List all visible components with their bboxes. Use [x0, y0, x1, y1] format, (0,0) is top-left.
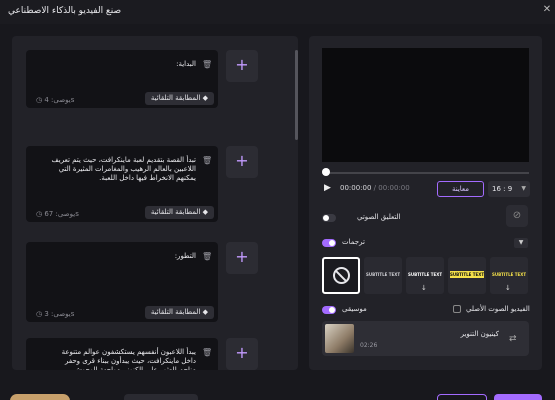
subtitle-sample: SUBTITLE TEXT — [408, 272, 442, 277]
original-audio-checkbox[interactable] — [453, 305, 461, 313]
subtitles-label: ترجمات — [342, 238, 365, 246]
subtitle-sample: SUBTITLE TEXT — [450, 271, 484, 278]
chevron-down-icon[interactable]: ▼ — [514, 238, 528, 248]
subtitle-style-option[interactable]: SUBTITLE TEXT — [448, 257, 486, 294]
trash-icon[interactable]: 🗑 — [202, 60, 212, 70]
subtitles-toggle[interactable] — [322, 239, 336, 247]
scene-card[interactable]: 🗑 البداية: المطابقة التلقائية ◆ ◷ يوصى: … — [26, 50, 218, 108]
bottom-button[interactable] — [124, 394, 198, 400]
add-scene-button[interactable]: + — [226, 50, 258, 82]
scene-text[interactable]: التطور: — [46, 252, 196, 261]
video-preview — [322, 48, 529, 162]
no-voice-icon[interactable]: ⊘ — [506, 205, 528, 227]
bottom-secondary-button[interactable] — [437, 394, 487, 400]
subtitle-style-none[interactable] — [322, 257, 360, 294]
scene-footer: المطابقة التلقائية ◆ ◷ يوصى: 3s — [26, 304, 218, 322]
scene-card[interactable]: 🗑 يبدأ اللاعبون أنفسهم يستكشفون عوالم مت… — [26, 338, 218, 370]
duration-label: ◷ يوصى: 3s — [36, 310, 75, 318]
play-icon[interactable]: ▶ — [324, 183, 331, 193]
no-subtitle-icon — [333, 267, 350, 284]
current-time: 00:00:00 — [340, 184, 372, 192]
trash-icon[interactable]: 🗑 — [202, 156, 212, 166]
auto-match-button[interactable]: المطابقة التلقائية ◆ — [144, 92, 214, 105]
chevron-down-icon: ▼ — [521, 185, 526, 192]
subtitle-style-option[interactable]: SUBTITLE TEXT ↓ — [490, 257, 528, 294]
music-track-time: 02:26 — [360, 342, 378, 349]
music-thumbnail — [325, 324, 354, 353]
music-label: موسيقى — [342, 305, 367, 313]
music-track-title: كينيون التنوير — [460, 330, 499, 338]
scene-card[interactable]: 🗑 تبدأ القصة بتقديم لعبة ماينكرافت، حيث … — [26, 146, 218, 222]
swap-icon[interactable]: ⇄ — [509, 334, 517, 344]
voice-label: التعليق الصوتي — [357, 213, 401, 221]
add-scene-button[interactable]: + — [226, 338, 258, 370]
auto-match-button[interactable]: المطابقة التلقائية ◆ — [144, 206, 214, 219]
progress-knob[interactable] — [322, 168, 330, 176]
progress-track[interactable] — [322, 172, 529, 174]
voice-toggle[interactable] — [322, 214, 336, 222]
credits-badge[interactable] — [10, 394, 70, 400]
duration-value: يوصى: 4s — [44, 96, 75, 104]
add-scene-button[interactable]: + — [226, 146, 258, 178]
scene-footer: المطابقة التلقائية ◆ ◷ يوصى: 67s — [26, 204, 218, 222]
scene-text[interactable]: البداية: — [46, 60, 196, 69]
auto-match-label: المطابقة التلقائية — [150, 308, 201, 316]
scene-text[interactable]: يبدأ اللاعبون أنفسهم يستكشفون عوالم متنو… — [46, 348, 196, 370]
download-icon: ↓ — [505, 284, 511, 292]
music-toggle[interactable] — [322, 306, 336, 314]
subtitle-style-option[interactable]: SUBTITLE TEXT — [364, 257, 402, 294]
subtitle-sample: SUBTITLE TEXT — [492, 272, 526, 277]
scene-text[interactable]: تبدأ القصة بتقديم لعبة ماينكرافت، حيث يت… — [46, 156, 196, 183]
original-audio-label: الفيديو الصوت الأصلي — [466, 305, 530, 313]
scene-card[interactable]: 🗑 التطور: المطابقة التلقائية ◆ ◷ يوصى: 3… — [26, 242, 218, 322]
duration-value: يوصى: 3s — [44, 310, 75, 318]
auto-match-label: المطابقة التلقائية — [150, 94, 201, 102]
ratio-value: 16 : 9 — [492, 185, 513, 193]
auto-match-button[interactable]: المطابقة التلقائية ◆ — [144, 306, 214, 319]
trash-icon[interactable]: 🗑 — [202, 252, 212, 262]
auto-match-label: المطابقة التلقائية — [150, 208, 201, 216]
duration-value: يوصى: 67s — [44, 210, 79, 218]
subtitle-sample: SUBTITLE TEXT — [366, 272, 400, 277]
generate-button[interactable] — [494, 394, 542, 400]
duration-label: ◷ يوصى: 67s — [36, 210, 79, 218]
scrollbar[interactable] — [295, 50, 298, 140]
total-time: 00:00:00 — [378, 184, 410, 192]
preview-button[interactable]: معاينة — [437, 181, 484, 197]
ratio-select[interactable]: 16 : 9 ▼ — [488, 181, 530, 197]
trash-icon[interactable]: 🗑 — [202, 348, 212, 358]
scenes-panel: 🗑 البداية: المطابقة التلقائية ◆ ◷ يوصى: … — [12, 36, 298, 370]
download-icon: ↓ — [421, 284, 427, 292]
duration-label: ◷ يوصى: 4s — [36, 96, 75, 104]
subtitle-style-option[interactable]: SUBTITLE TEXT ↓ — [406, 257, 444, 294]
close-icon[interactable]: ✕ — [540, 3, 554, 17]
window-title: صنع الفيديو بالذكاء الاصطناعي — [8, 6, 122, 16]
scene-footer: المطابقة التلقائية ◆ ◷ يوصى: 4s — [26, 90, 218, 108]
add-scene-button[interactable]: + — [226, 242, 258, 274]
time-readout: 00:00:00 / 00:00:00 — [340, 184, 410, 192]
